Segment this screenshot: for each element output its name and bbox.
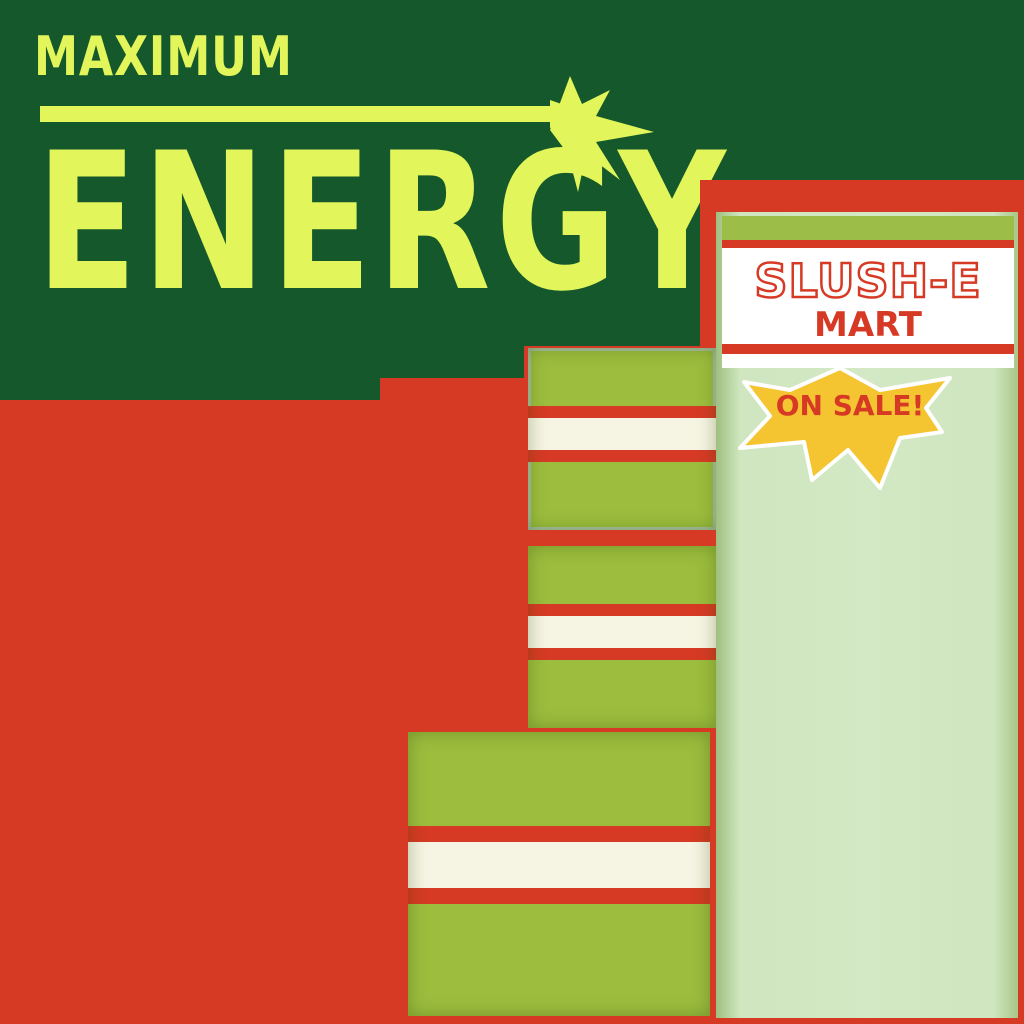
can-label-band: [528, 604, 716, 660]
panel-top-stripe: [722, 216, 1014, 240]
can-large-bottom: [408, 732, 710, 1016]
starburst-icon: [738, 368, 952, 490]
can-label-band: [408, 826, 710, 904]
can-small-middle: [528, 546, 716, 728]
title-energy: ENERGY: [36, 112, 731, 333]
store-name: SLUSH-E: [753, 254, 982, 308]
sign-base: [722, 354, 1014, 368]
can-small-top: [528, 348, 716, 530]
can-label-band: [528, 406, 716, 462]
title-maximum: MAXIMUM: [34, 25, 293, 88]
on-sale-badge: ON SALE!: [775, 389, 925, 422]
store-sign: SLUSH-E MART: [722, 240, 1014, 354]
store-name-secondary: MART: [814, 305, 922, 345]
